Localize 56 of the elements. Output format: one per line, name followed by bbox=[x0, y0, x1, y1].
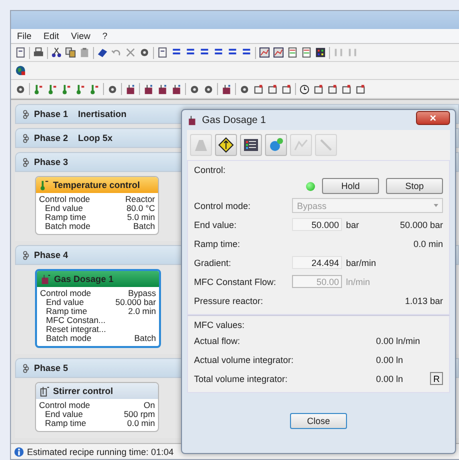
field-label: Total volume integrator: bbox=[194, 374, 289, 384]
step-param-label: Batch mode bbox=[46, 334, 92, 343]
phase-label: Phase 2 bbox=[34, 133, 68, 143]
step-param-label: End value bbox=[45, 204, 83, 213]
unit-label: ln/min bbox=[346, 276, 372, 286]
step-param-label: Control mode bbox=[40, 289, 92, 298]
reading-value: 0.00 ln/min bbox=[376, 336, 422, 346]
status-text: Estimated recipe running time: 01:04 bbox=[27, 446, 174, 456]
step-param-value: Batch bbox=[133, 222, 155, 231]
step-param-label: Ramp time bbox=[45, 213, 86, 222]
field-label: End value: bbox=[194, 220, 238, 230]
step-param-value: 2.0 min bbox=[128, 307, 156, 316]
reading-value: 1.013 bar bbox=[404, 296, 443, 306]
reading-value: 0.0 min bbox=[413, 238, 443, 248]
step-param-label: Control mode bbox=[39, 401, 90, 410]
phase-label: Phase 5 bbox=[34, 363, 68, 373]
phase-label: Phase 3 bbox=[34, 157, 68, 167]
step-param-value: Bypass bbox=[128, 289, 156, 298]
step-param-label: End value bbox=[45, 410, 83, 419]
unit-label: bar bbox=[346, 220, 360, 230]
unit-label: bar/min bbox=[346, 258, 378, 268]
phase-label: Phase 4 bbox=[34, 250, 68, 260]
step-param-label: End value bbox=[46, 298, 84, 307]
step-param-value: 50.000 bar bbox=[115, 298, 156, 307]
field-label: Actual flow: bbox=[194, 336, 242, 346]
step-param-label: Ramp time bbox=[45, 419, 86, 428]
dialog-title: Gas Dosage 1 bbox=[202, 114, 266, 126]
step-param-value: 0.0 min bbox=[127, 419, 155, 428]
step-param-label: Reset integrat... bbox=[46, 325, 106, 334]
step-param-value: On bbox=[144, 401, 155, 410]
field-label: MFC Constant Flow: bbox=[194, 276, 278, 286]
reading-value: 0.00 ln bbox=[376, 374, 404, 384]
group-title: MFC values: bbox=[194, 319, 245, 331]
step-param-value: Reactor bbox=[125, 195, 155, 204]
field-label: Pressure reactor: bbox=[194, 296, 264, 306]
step-param-value: 80.0 °C bbox=[126, 204, 155, 213]
step-param-label: MFC Constan... bbox=[46, 316, 106, 325]
step-param-value: 500 rpm bbox=[124, 410, 155, 419]
field-label: Ramp time: bbox=[194, 238, 242, 248]
reading-value: 0.00 ln bbox=[376, 354, 404, 364]
step-param-value: 5.0 min bbox=[127, 213, 155, 222]
step-title: Gas Dosage 1 bbox=[54, 274, 114, 284]
group-title: Control: bbox=[194, 164, 226, 176]
step-title: Stirrer control bbox=[53, 386, 114, 396]
field-label: Gradient: bbox=[194, 258, 232, 268]
field-label: Actual volume integrator: bbox=[194, 354, 295, 364]
phase-label: Phase 1 bbox=[34, 109, 68, 119]
step-param-label: Control mode bbox=[39, 195, 90, 204]
phase-name: Inertisation bbox=[78, 109, 127, 119]
reading-value: 50.000 bar bbox=[400, 220, 443, 230]
step-param-label: Batch mode bbox=[45, 222, 90, 231]
step-param-value: Batch bbox=[134, 334, 156, 343]
step-param-label: Ramp time bbox=[46, 307, 88, 316]
step-title: Temperature control bbox=[53, 180, 140, 190]
field-label: Control mode: bbox=[194, 200, 252, 210]
phase-name: Loop 5x bbox=[78, 133, 113, 143]
